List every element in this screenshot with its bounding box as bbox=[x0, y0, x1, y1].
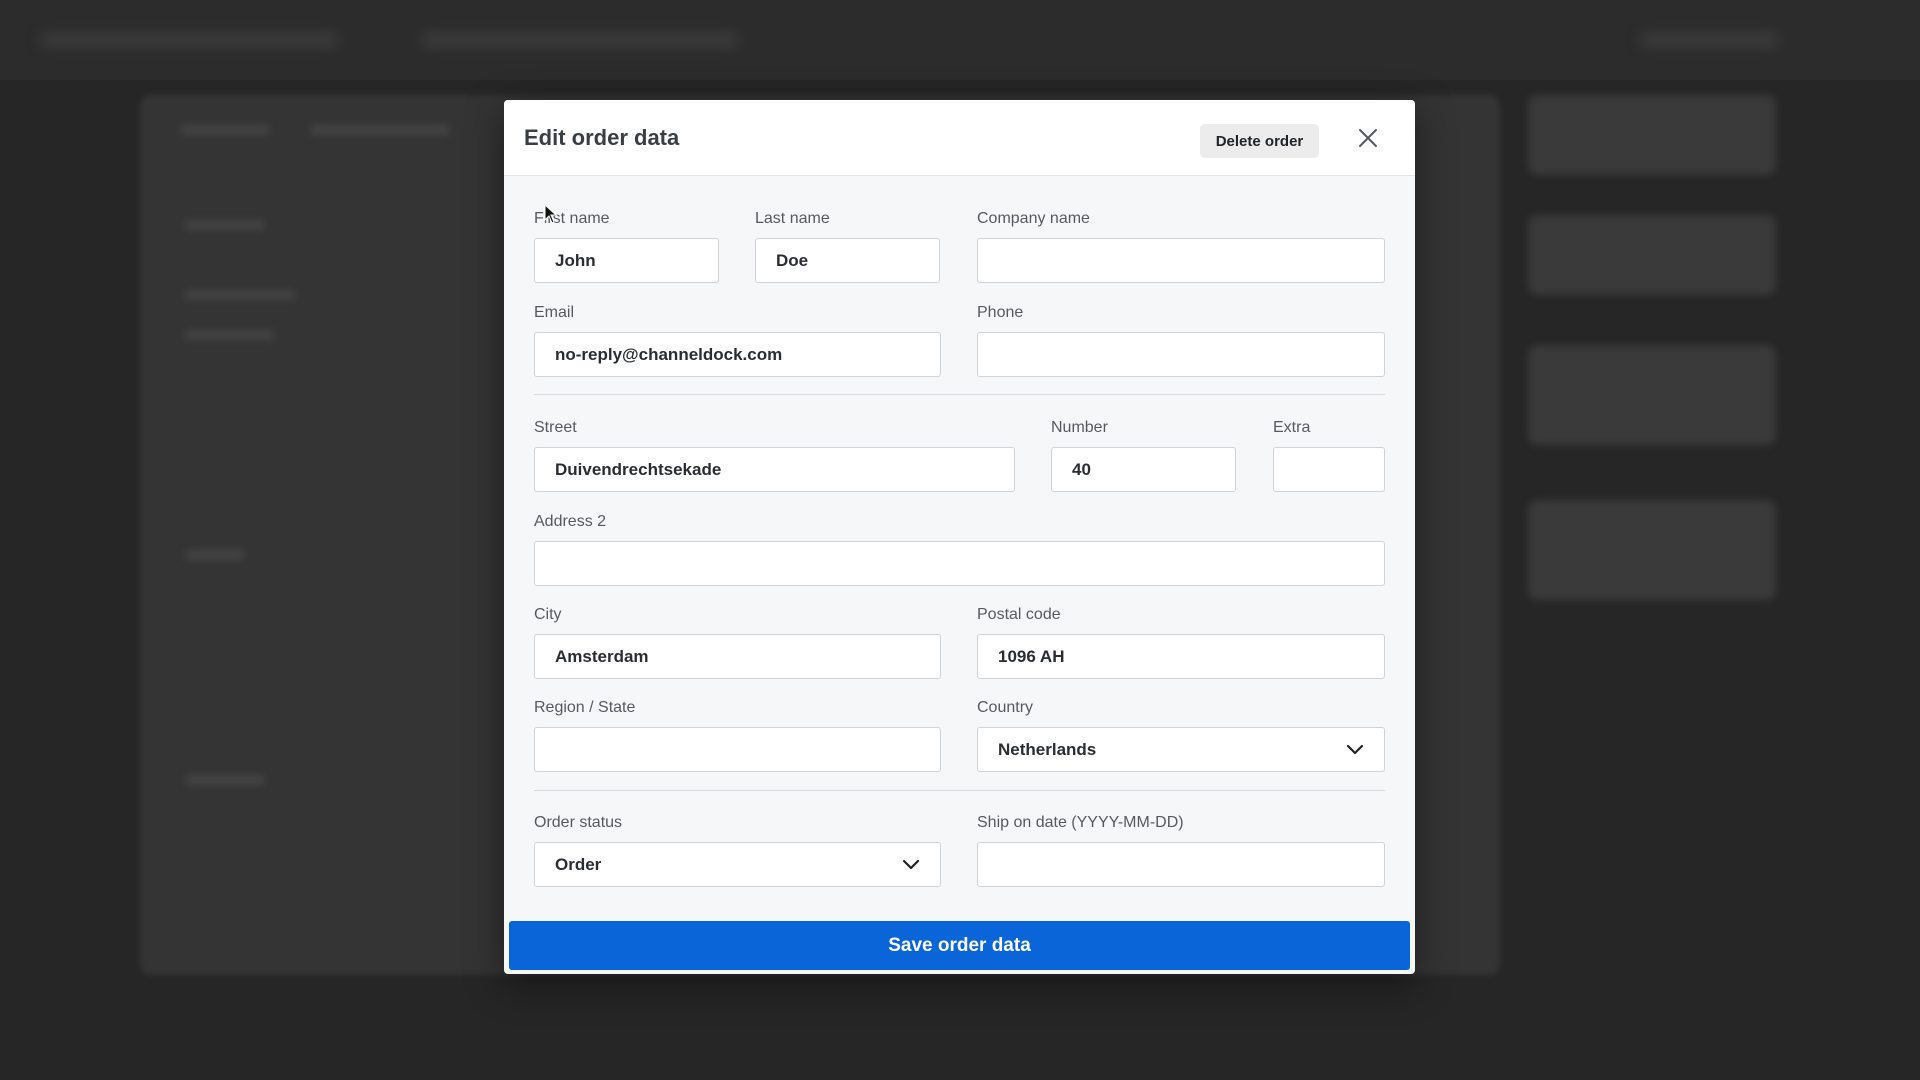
street-field-group: Street bbox=[534, 419, 1015, 492]
close-button[interactable] bbox=[1354, 124, 1382, 152]
street-input[interactable] bbox=[534, 447, 1015, 492]
region-label: Region / State bbox=[534, 699, 636, 716]
mouse-cursor-icon bbox=[544, 204, 558, 224]
first-name-input[interactable] bbox=[534, 238, 719, 283]
ship-on-date-label: Ship on date (YYYY-MM-DD) bbox=[977, 814, 1184, 831]
country-label: Country bbox=[977, 699, 1034, 716]
postal-code-label: Postal code bbox=[977, 606, 1061, 623]
edit-order-modal: Edit order data Delete order First name … bbox=[504, 100, 1415, 974]
address2-label: Address 2 bbox=[534, 513, 607, 530]
extra-label: Extra bbox=[1273, 419, 1311, 436]
city-label: City bbox=[534, 606, 562, 623]
country-field-group: Country Netherlands bbox=[977, 699, 1385, 772]
order-status-select[interactable]: Order bbox=[534, 842, 941, 887]
postal-code-input[interactable] bbox=[977, 634, 1385, 679]
region-input[interactable] bbox=[534, 727, 941, 772]
background-card bbox=[1528, 500, 1776, 600]
phone-field-group: Phone bbox=[977, 304, 1385, 377]
phone-label: Phone bbox=[977, 304, 1024, 321]
background-topbar bbox=[0, 0, 1920, 80]
section-divider bbox=[534, 790, 1385, 791]
first-name-label: First name bbox=[534, 210, 610, 227]
country-selected-value: Netherlands bbox=[998, 739, 1097, 759]
company-name-input[interactable] bbox=[977, 238, 1385, 283]
close-icon bbox=[1359, 129, 1377, 147]
company-name-field-group: Company name bbox=[977, 210, 1385, 283]
region-field-group: Region / State bbox=[534, 699, 941, 772]
extra-input[interactable] bbox=[1273, 447, 1385, 492]
ship-on-date-input[interactable] bbox=[977, 842, 1385, 887]
city-input[interactable] bbox=[534, 634, 941, 679]
order-status-field-group: Order status Order bbox=[534, 814, 941, 887]
postal-code-field-group: Postal code bbox=[977, 606, 1385, 679]
save-order-button[interactable]: Save order data bbox=[509, 921, 1410, 970]
background-card bbox=[1528, 345, 1776, 445]
last-name-label: Last name bbox=[755, 210, 830, 227]
street-label: Street bbox=[534, 419, 577, 436]
number-field-group: Number bbox=[1051, 419, 1236, 492]
section-divider bbox=[534, 394, 1385, 395]
address2-input[interactable] bbox=[534, 541, 1385, 586]
delete-order-button[interactable]: Delete order bbox=[1200, 124, 1319, 158]
last-name-input[interactable] bbox=[755, 238, 940, 283]
extra-field-group: Extra bbox=[1273, 419, 1385, 492]
modal-title: Edit order data bbox=[524, 125, 680, 150]
background-card bbox=[1528, 215, 1776, 295]
background-card bbox=[1528, 95, 1776, 175]
last-name-field-group: Last name bbox=[755, 210, 940, 283]
email-label: Email bbox=[534, 304, 575, 321]
number-input[interactable] bbox=[1051, 447, 1236, 492]
email-input[interactable] bbox=[534, 332, 941, 377]
phone-input[interactable] bbox=[977, 332, 1385, 377]
ship-on-date-field-group: Ship on date (YYYY-MM-DD) bbox=[977, 814, 1385, 887]
order-status-selected-value: Order bbox=[555, 854, 602, 874]
order-form: First name Last name Company name Email … bbox=[534, 176, 1385, 890]
chevron-down-icon bbox=[902, 859, 920, 869]
first-name-field-group: First name bbox=[534, 210, 719, 283]
country-select[interactable]: Netherlands bbox=[977, 727, 1385, 772]
number-label: Number bbox=[1051, 419, 1108, 436]
modal-header: Edit order data Delete order bbox=[504, 100, 1415, 176]
city-field-group: City bbox=[534, 606, 941, 679]
company-name-label: Company name bbox=[977, 210, 1090, 227]
email-field-group: Email bbox=[534, 304, 941, 377]
address2-field-group: Address 2 bbox=[534, 513, 1385, 586]
order-status-label: Order status bbox=[534, 814, 623, 831]
chevron-down-icon bbox=[1346, 744, 1364, 754]
